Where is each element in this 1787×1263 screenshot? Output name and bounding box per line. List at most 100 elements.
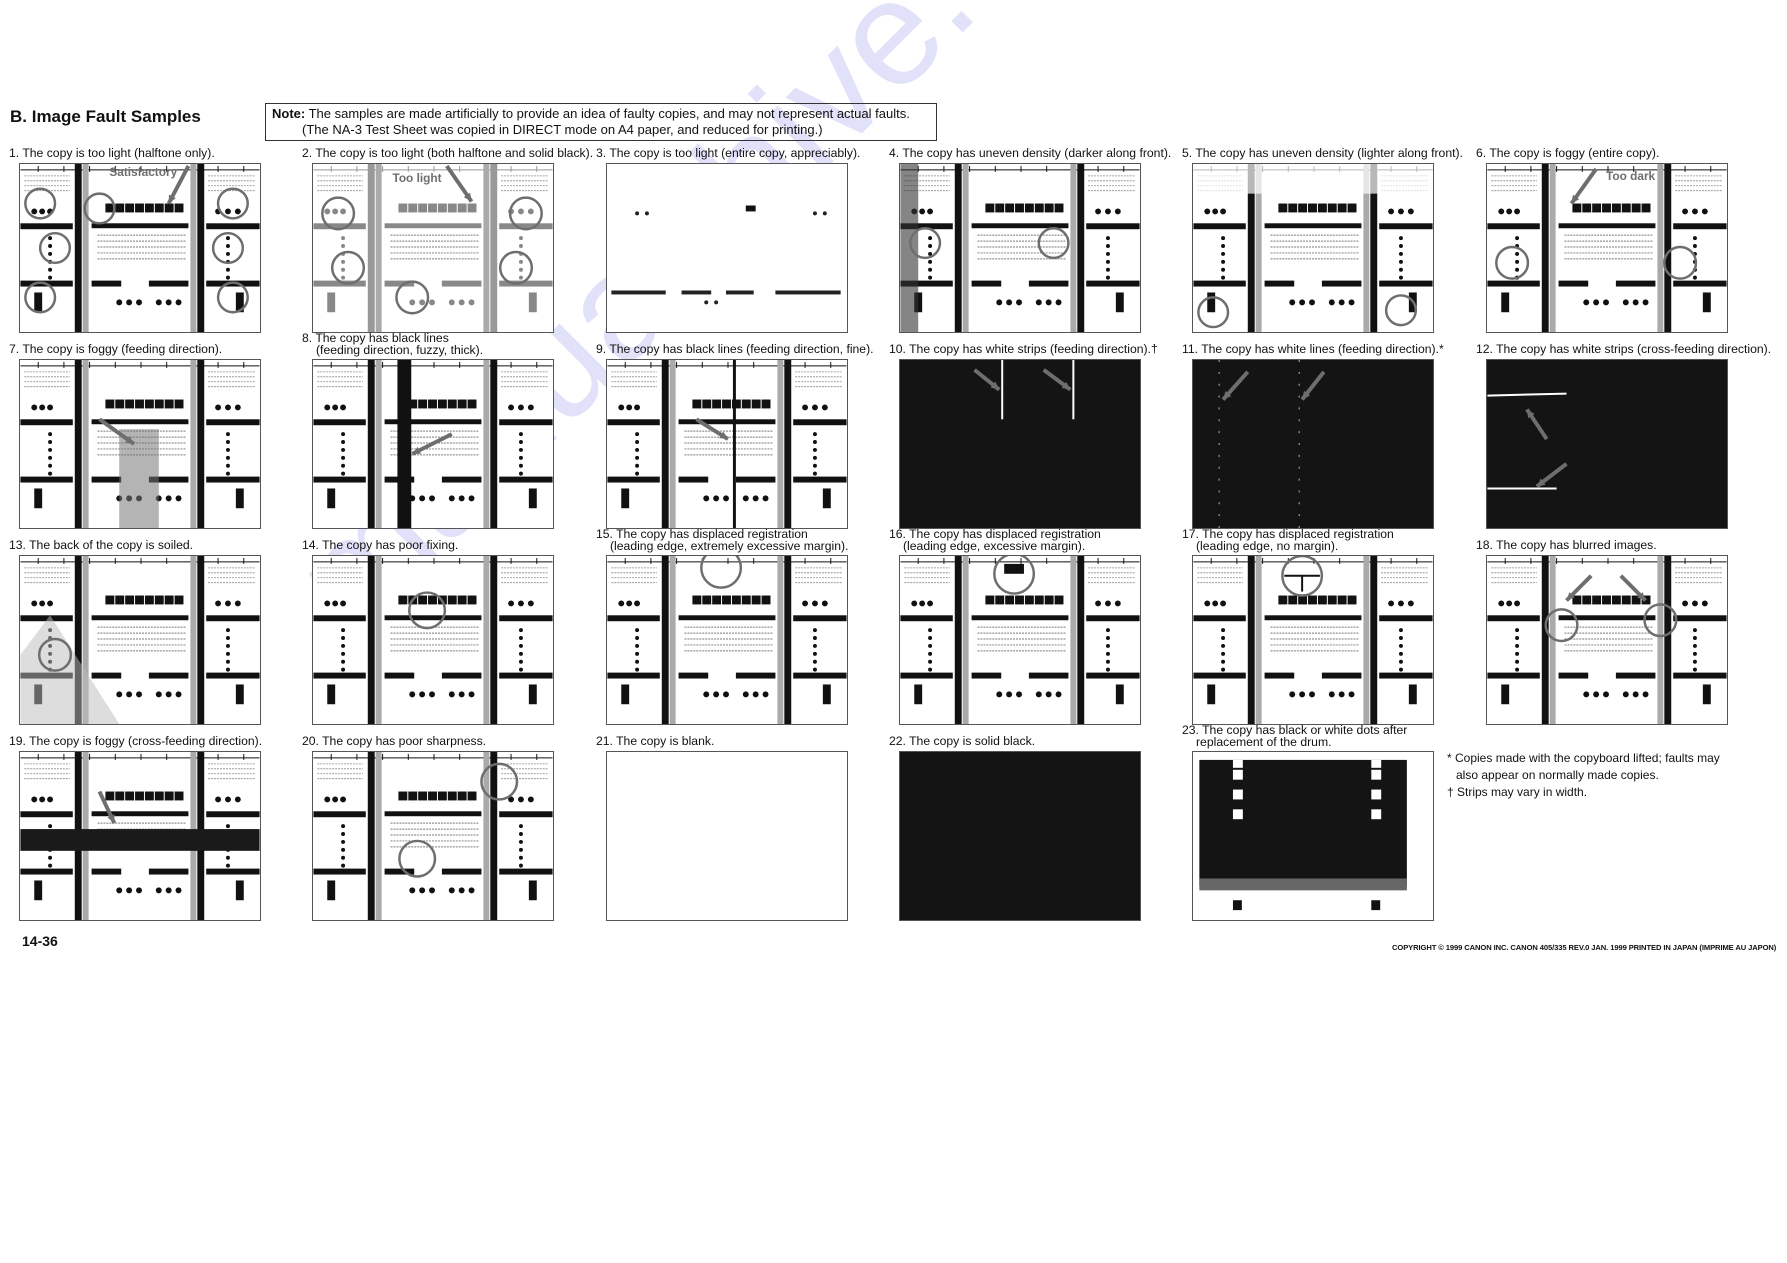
horizontal-band [678,419,776,425]
density-block [408,791,418,801]
dot [468,887,475,894]
dot [225,824,230,829]
horizontal-band [441,280,482,287]
dot [1045,691,1052,698]
horizontal-band [499,615,553,622]
dot [1212,600,1219,607]
dot [1593,691,1600,698]
white-strip [1487,392,1567,397]
density-block [1317,595,1327,605]
dot [429,691,435,698]
density-block [1592,595,1602,605]
density-block [1572,203,1582,213]
dot [1632,299,1639,306]
dot [812,447,817,452]
dot [1692,667,1697,672]
dot [341,839,346,844]
sample-caption-line-1: 5. The copy has uneven density (lighter … [1182,146,1463,160]
dot [419,495,426,502]
dot [225,251,230,256]
dot [1622,299,1629,306]
density-block [398,595,408,605]
horizontal-band [1321,672,1362,679]
dot [324,404,331,411]
black-dot [1232,900,1242,911]
dot [1221,236,1226,241]
dot [1105,267,1110,272]
dot [1398,628,1403,633]
corner-block [1207,684,1216,705]
white-dot [1232,759,1243,768]
note-line-2: (The NA-3 Test Sheet was copied in DIREC… [302,122,823,137]
horizontal-band [1487,280,1540,287]
density-block [457,595,467,605]
density-block [1631,203,1641,213]
sample-image-white-strips [899,359,1141,529]
sample-caption: 23. The copy has black or white dots aft… [1182,724,1407,748]
horizontal-band [206,811,260,818]
density-block [428,203,437,213]
dot [1514,208,1521,215]
test-sheet [607,360,847,528]
dot [126,299,133,306]
dot [821,600,828,607]
dot [47,404,54,411]
sample-image-soiled [19,555,261,725]
corner-block [914,684,923,705]
dot [1299,691,1306,698]
white-dot [1232,769,1243,780]
dot [928,244,933,248]
dot [1221,628,1226,633]
vertical-bar [954,556,962,724]
dot [1407,208,1414,215]
horizontal-band [793,672,847,679]
density-block [105,399,115,409]
test-sheet [607,556,847,724]
dot [1289,691,1296,698]
sample-caption: 1. The copy is too light (halftone only)… [9,147,215,159]
density-block [1621,595,1631,605]
dot [1105,251,1110,256]
dot [635,471,640,476]
dot [1398,259,1403,264]
sample-caption: 16. The copy has displaced registration(… [889,528,1101,552]
dot [812,463,817,468]
dot [1105,275,1110,280]
dot [48,440,53,444]
density-block [105,791,115,801]
density-block [447,595,457,605]
dot [1692,659,1697,664]
sample-figure [313,752,553,920]
density-block [115,399,125,409]
dot [225,267,230,272]
dot [234,404,241,411]
dot [1105,628,1110,633]
dot [1642,299,1649,306]
density-block [174,203,184,213]
horizontal-band [1193,615,1246,622]
dot [508,404,515,411]
dot [340,404,347,411]
horizontal-band [499,476,553,483]
dot [1515,236,1520,241]
dot [518,824,523,829]
dot [517,600,524,607]
density-block [1288,203,1298,213]
sample-figure [607,556,847,724]
dot [1398,636,1403,640]
dot [1309,691,1315,698]
sample-caption-line-1: 11. The copy has white lines (feeding di… [1182,342,1444,356]
dot [48,455,53,460]
dot [155,691,162,698]
section-title: B. Image Fault Samples [10,107,201,126]
density-block [125,595,135,605]
horizontal-band [313,615,366,622]
white-dot [1371,759,1382,768]
horizontal-band [91,280,122,287]
dot [225,667,230,672]
dot [409,887,416,894]
dot [1204,208,1211,215]
dot [341,244,346,248]
dot [518,863,523,868]
sample-caption: 22. The copy is solid black. [889,735,1035,747]
